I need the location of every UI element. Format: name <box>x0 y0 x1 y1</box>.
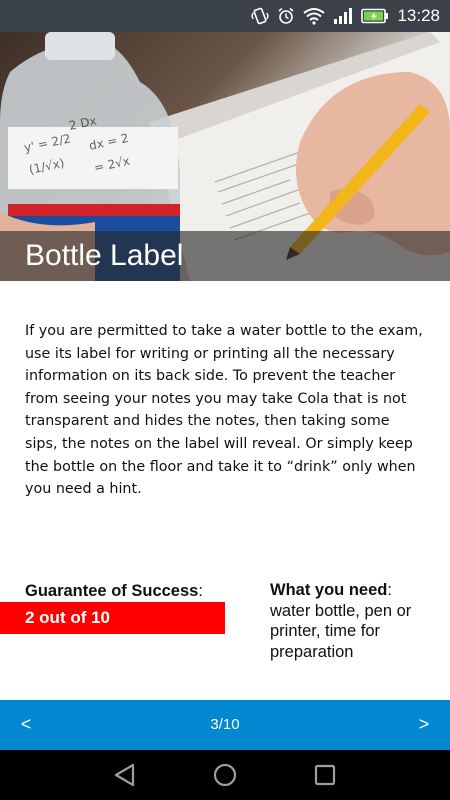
alarm-icon <box>277 7 295 25</box>
needs-section: What you need: water bottle, pen or prin… <box>270 580 440 662</box>
status-time: 13:28 <box>397 6 440 25</box>
guarantee-colon: : <box>198 582 203 600</box>
guarantee-label-text: Guarantee of Success <box>25 582 199 600</box>
needs-value: water bottle, pen or printer, time for p… <box>270 601 412 661</box>
description-text: If you are permitted to take a water bot… <box>25 323 423 498</box>
needs-colon: : <box>387 581 392 599</box>
guarantee-section: Guarantee of Success: 2 out of 10 <box>0 580 226 634</box>
wifi-icon <box>303 7 326 25</box>
system-nav-bar <box>0 750 450 800</box>
needs-label: What you need <box>270 581 388 599</box>
recents-icon[interactable] <box>312 762 338 788</box>
home-icon[interactable] <box>212 762 238 788</box>
card-title: Bottle Label <box>0 231 450 281</box>
guarantee-value: 2 out of 10 <box>0 602 225 634</box>
page-indicator: 3/10 <box>210 716 240 733</box>
signal-icon <box>333 7 353 25</box>
battery-charging-icon <box>361 8 389 24</box>
guarantee-label: Guarantee of Success: <box>25 580 226 602</box>
back-icon[interactable] <box>112 762 138 788</box>
pager-bar: < 3/10 > <box>0 700 450 750</box>
hero-image: 2 Dx y' = 2/2 dx = 2 (1/√x) = 2√x Bottle… <box>0 32 450 281</box>
status-bar: 13:28 <box>0 0 450 32</box>
next-button[interactable]: > <box>412 700 436 750</box>
vibrate-icon <box>251 7 270 25</box>
previous-button[interactable]: < <box>14 700 38 750</box>
